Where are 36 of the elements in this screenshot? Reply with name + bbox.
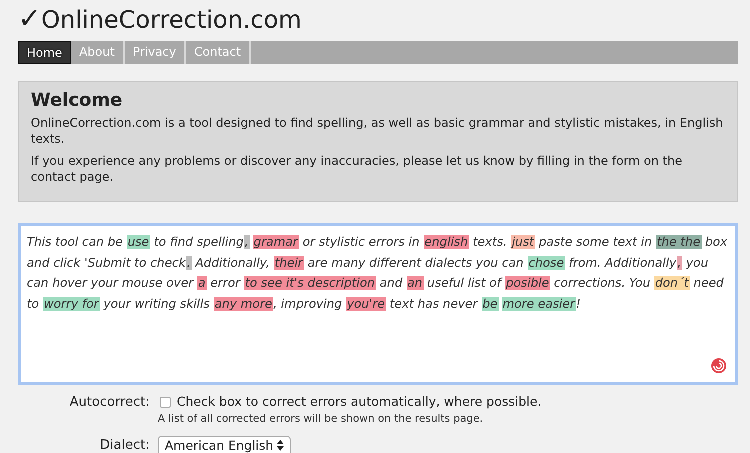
error-highlight[interactable]: worry for <box>43 296 100 311</box>
updown-arrow-icon <box>277 440 284 451</box>
error-highlight[interactable]: posible <box>505 276 550 290</box>
welcome-paragraph: OnlineCorrection.com is a tool designed to find spelling, as well as basic grammar and stylistic mistakes, in English texts. <box>31 114 724 147</box>
autocorrect-note: A list of all corrected errors will be shown on the results page. <box>158 412 484 428</box>
error-highlight[interactable]: to see it's description <box>244 276 376 290</box>
error-highlight[interactable]: you're <box>346 296 386 311</box>
error-highlight[interactable]: an <box>406 276 424 290</box>
error-highlight[interactable]: just <box>511 235 536 250</box>
error-highlight[interactable]: any more <box>214 296 274 311</box>
spiral-icon[interactable] <box>711 358 727 374</box>
dialect-label: Dialect: <box>99 437 151 453</box>
error-highlight[interactable]: chose <box>528 256 566 270</box>
error-highlight[interactable]: the the <box>656 235 702 250</box>
error-highlight[interactable]: english <box>424 235 470 250</box>
welcome-title: Welcome <box>31 90 124 112</box>
error-highlight[interactable]: don´t <box>654 276 690 290</box>
autocorrect-text: Check box to correct errors automatically, where possible. <box>177 393 542 412</box>
error-highlight[interactable]: . <box>186 256 192 270</box>
dialect-select[interactable]: American English <box>158 436 291 453</box>
error-highlight[interactable]: be <box>482 296 502 311</box>
editor-text: This tool can be use to find spelling, gramar or stylistic errors in english texts. just paste some text in the the box and click 'Submit to check. Additionally, their are many different dialects you can chose from. Additionally, you can hover your mouse over a error to see it's description and an useful list of posible corrections. You don´t need to worry for your writing skills any more, improving you're text has never be more easier! <box>27 234 729 313</box>
error-highlight[interactable]: , <box>676 256 682 270</box>
error-highlight[interactable]: more easier <box>502 296 576 311</box>
logo-check-icon: ✓ <box>18 5 42 33</box>
error-highlight[interactable]: a <box>197 276 207 290</box>
autocorrect-label: Autocorrect: <box>68 394 151 412</box>
autocorrect-checkbox[interactable] <box>160 397 171 408</box>
error-highlight[interactable]: , <box>244 235 253 250</box>
text-editor[interactable] <box>18 223 738 386</box>
site-logo: OnlineCorrection.com <box>41 8 302 32</box>
welcome-paragraph: If you experience any problems or discover any inaccuracies, please let us know by filling in the form on the contact page. <box>31 152 684 186</box>
error-highlight[interactable]: their <box>274 256 304 270</box>
error-highlight[interactable]: gramar <box>252 235 300 250</box>
error-highlight[interactable]: use <box>126 235 150 250</box>
nav-tab[interactable]: Home <box>18 41 72 64</box>
